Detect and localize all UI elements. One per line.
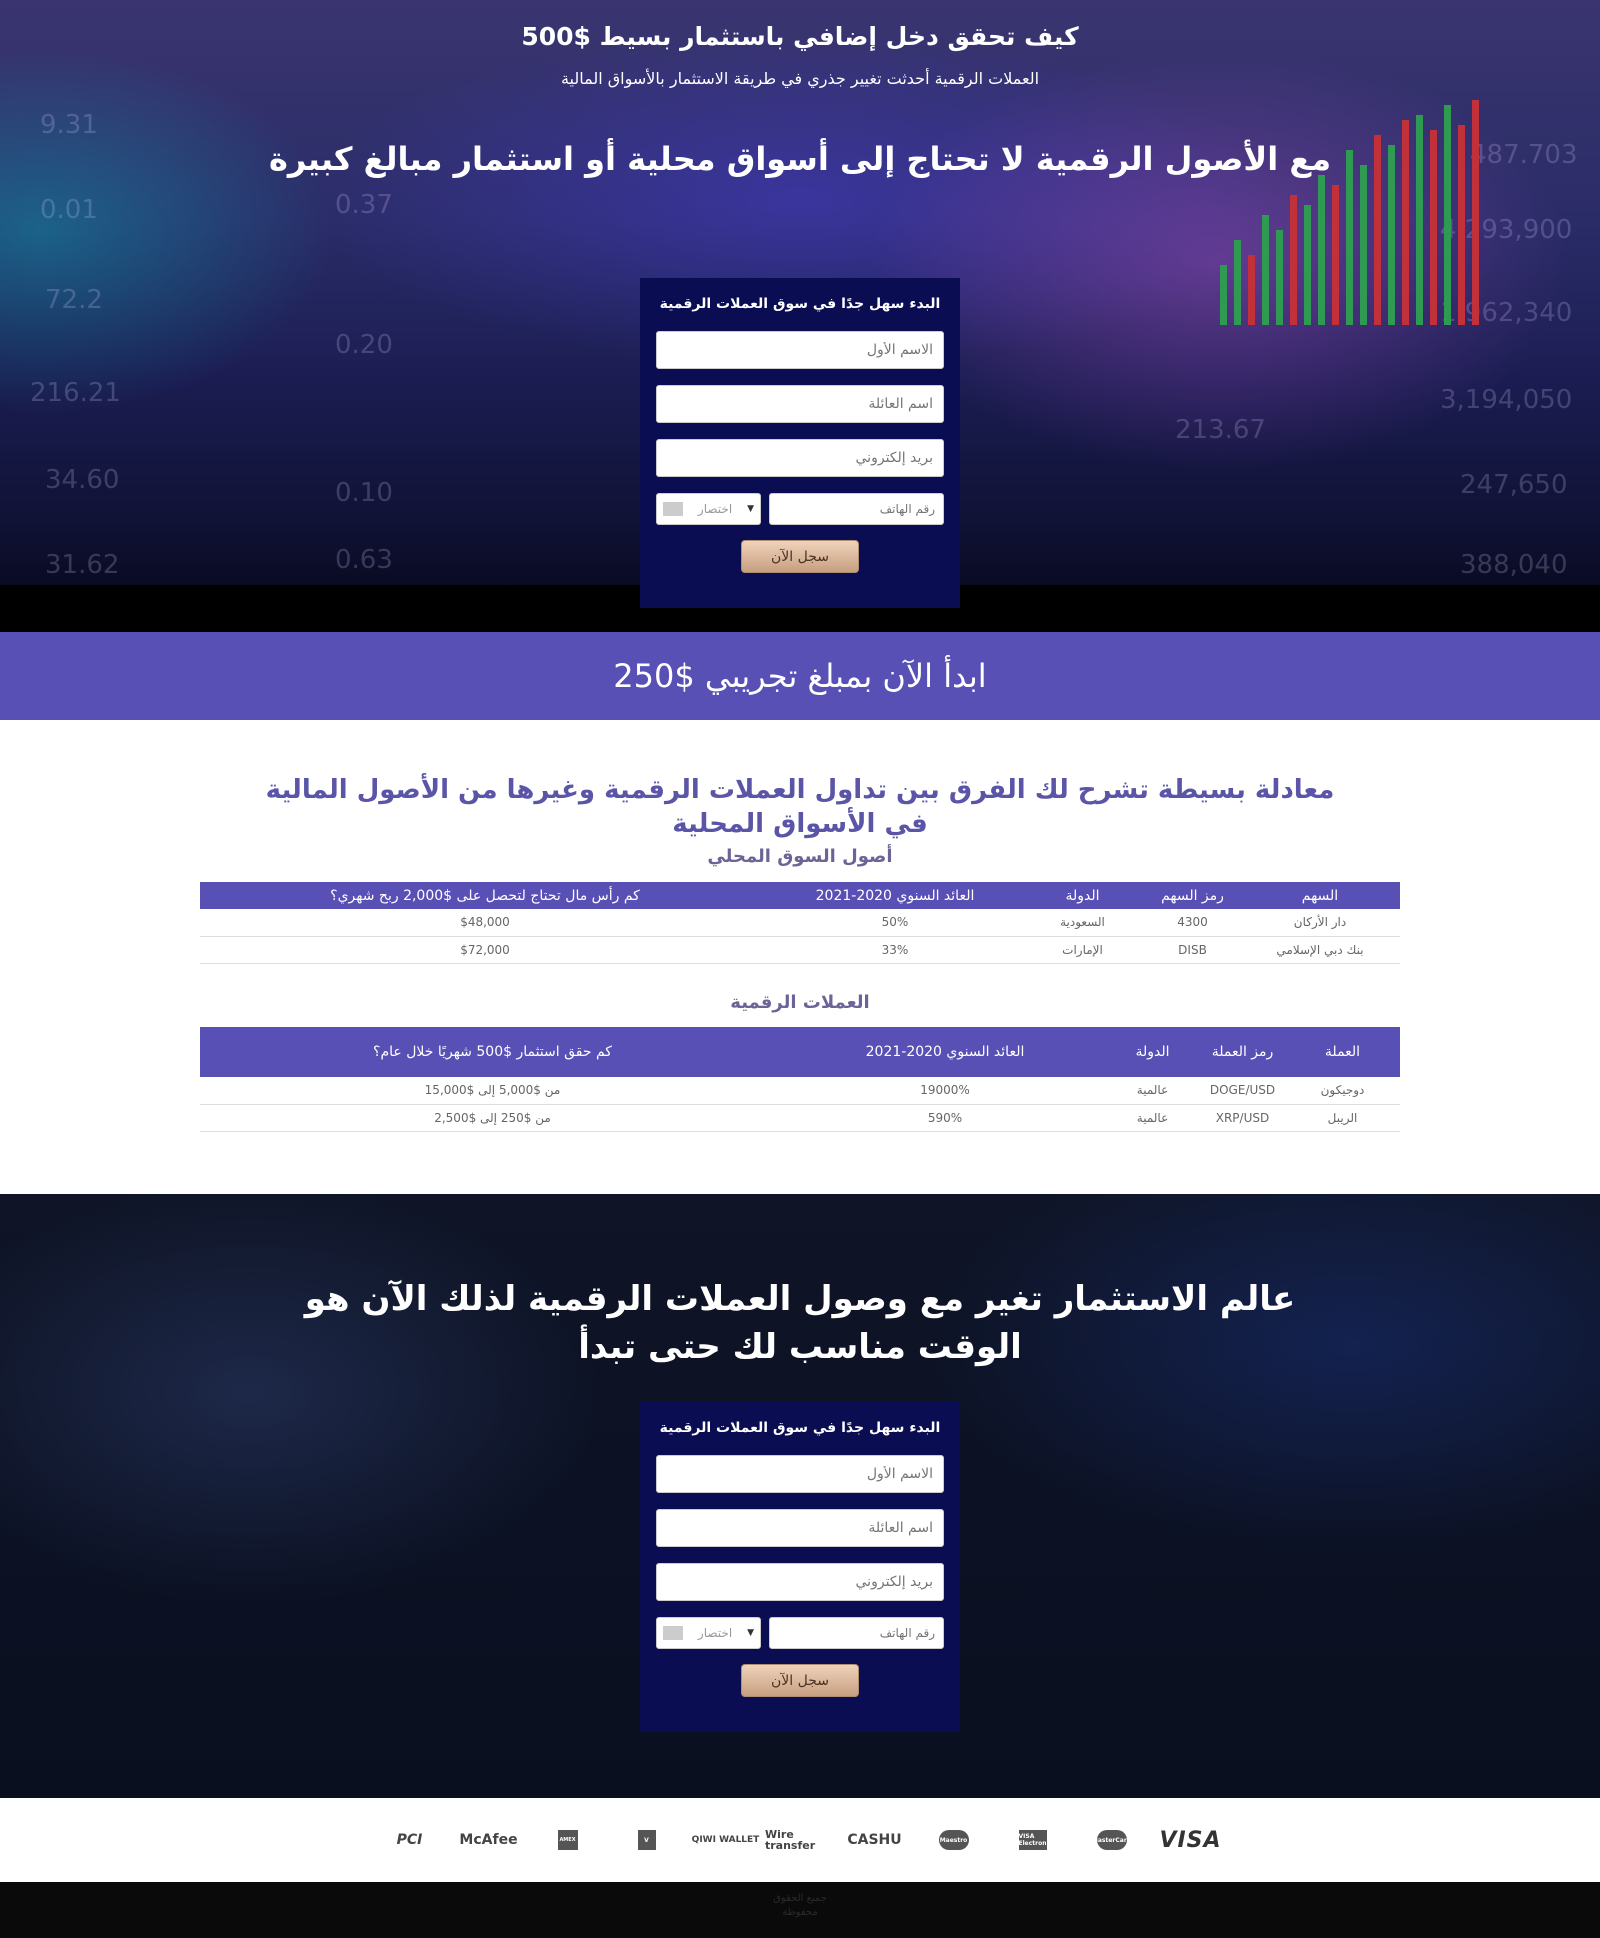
table-cell: 4300 — [1145, 909, 1240, 937]
chevron-down-icon: ▼ — [747, 1628, 754, 1638]
bg-number: 213.67 — [1175, 415, 1266, 445]
bg-number: 34.60 — [45, 465, 120, 495]
table-cell: السعودية — [1020, 909, 1145, 937]
table-cell: من $5,000 إلى $15,000 — [200, 1077, 785, 1105]
bg-number: 3,194,050 — [1440, 385, 1573, 415]
country-code-select[interactable]: ▼ اختصار — [656, 1617, 761, 1649]
pci-logo-icon: PCI — [396, 1832, 423, 1848]
table-cell: من $250 إلى $2,500 — [200, 1104, 785, 1132]
table-header: كم رأس مال تحتاج لتحصل على $2,000 ربح شه… — [200, 882, 770, 909]
phone-row: ▼ اختصار — [656, 493, 944, 525]
candlestick-decoration — [1220, 95, 1560, 325]
table-cell: DISB — [1145, 936, 1240, 964]
bg-number: 0.10 — [335, 478, 393, 508]
table-header: العائد السنوي 2020-2021 — [785, 1027, 1105, 1077]
chevron-down-icon: ▼ — [747, 504, 754, 514]
form-title: البدء سهل جدًا في سوق العملات الرقمية — [659, 1420, 941, 1436]
phone-row: ▼ اختصار — [656, 1617, 944, 1649]
amex-logo-icon: AMEX — [528, 1825, 607, 1855]
last-name-field[interactable] — [656, 385, 944, 423]
visa-logo-icon: VISA — [1159, 1827, 1222, 1853]
table-row: دوجيكون DOGE/USD عالمية 19000% من $5,000… — [200, 1077, 1400, 1105]
country-code-label: اختصار — [697, 502, 733, 516]
table-cell: 590% — [785, 1104, 1105, 1132]
table-cell: عالمية — [1105, 1077, 1200, 1105]
first-name-field[interactable] — [656, 331, 944, 369]
table-header: كم حقق استثمار $500 شهريًا خلال عام؟ — [200, 1027, 785, 1077]
payment-logos: VISA MasterCard VISA Electron Maestro CA… — [0, 1798, 1600, 1882]
bg-number: 9.31 — [40, 110, 98, 140]
register-button[interactable]: سجل الآن — [741, 540, 859, 573]
country-code-select[interactable]: ▼ اختصار — [656, 493, 761, 525]
phone-field[interactable] — [769, 1617, 944, 1649]
flag-icon — [663, 502, 683, 516]
crypto-title: العملات الرقمية — [730, 992, 870, 1013]
table-header-row: السهم رمز السهم الدولة العائد السنوي 202… — [200, 882, 1400, 909]
hero-headline: مع الأصول الرقمية لا تحتاج إلى أسواق محل… — [268, 140, 1332, 178]
table-cell: DOGE/USD — [1200, 1077, 1285, 1105]
table-header: رمز السهم — [1145, 882, 1240, 909]
flag-icon — [663, 1626, 683, 1640]
table-cell: الريبل — [1285, 1104, 1400, 1132]
hero-subtitle: العملات الرقمية أحدثت تغيير جذري في طريق… — [560, 69, 1040, 88]
copyright-text: جميع الحقوق محفوظة — [773, 1893, 827, 1918]
table-header: رمز العملة — [1200, 1027, 1285, 1077]
table-header: الدولة — [1020, 882, 1145, 909]
comparison-heading: معادلة بسيطة تشرح لك الفرق بين تداول الع… — [265, 775, 1335, 839]
table-cell: XRP/USD — [1200, 1104, 1285, 1132]
table-cell: عالمية — [1105, 1104, 1200, 1132]
table-cell: بنك دبي الإسلامي — [1240, 936, 1400, 964]
table-header: العملة — [1285, 1027, 1400, 1077]
trial-banner: ابدأ الآن بمبلغ تجريبي $250 — [0, 632, 1600, 720]
table-cell: 33% — [770, 936, 1020, 964]
cashu-logo-icon: CASHU — [847, 1832, 902, 1848]
table-header: العائد السنوي 2020-2021 — [770, 882, 1020, 909]
email-field[interactable] — [656, 439, 944, 477]
maestro-logo-icon: Maestro — [914, 1825, 993, 1855]
table-row: الريبل XRP/USD عالمية 590% من $250 إلى $… — [200, 1104, 1400, 1132]
signup-form: البدء سهل جدًا في سوق العملات الرقمية ▼ … — [640, 278, 960, 608]
verified-logo-icon: V — [607, 1825, 686, 1855]
last-name-field[interactable] — [656, 1509, 944, 1547]
footer: جميع الحقوق محفوظة — [0, 1882, 1600, 1938]
mastercard-logo-icon: MasterCard — [1072, 1825, 1151, 1855]
table-row: دار الأركان 4300 السعودية 50% $48,000 — [200, 909, 1400, 937]
table-cell: دار الأركان — [1240, 909, 1400, 937]
table-cell: 50% — [770, 909, 1020, 937]
bg-number: 0.20 — [335, 330, 393, 360]
signup-form-bottom: البدء سهل جدًا في سوق العملات الرقمية ▼ … — [640, 1402, 960, 1732]
local-assets-table: السهم رمز السهم الدولة العائد السنوي 202… — [200, 882, 1400, 964]
table-cell: $72,000 — [200, 936, 770, 964]
wire-transfer-logo-icon: Wire transfer — [765, 1828, 816, 1852]
register-button[interactable]: سجل الآن — [741, 1664, 859, 1697]
qiwi-logo-icon: QIWI WALLET — [691, 1835, 760, 1845]
phone-field[interactable] — [769, 493, 944, 525]
visa-electron-logo-icon: VISA Electron — [993, 1825, 1072, 1855]
bg-number: 0.01 — [40, 195, 98, 225]
table-cell: $48,000 — [200, 909, 770, 937]
country-code-label: اختصار — [697, 1626, 733, 1640]
table-header: السهم — [1240, 882, 1400, 909]
table-header: الدولة — [1105, 1027, 1200, 1077]
bg-number: 0.37 — [335, 190, 393, 220]
table-row: بنك دبي الإسلامي DISB الإمارات 33% $72,0… — [200, 936, 1400, 964]
bg-number: 388,040 — [1460, 550, 1568, 580]
bg-number: 247,650 — [1460, 470, 1568, 500]
table-cell: 19000% — [785, 1077, 1105, 1105]
cta-headline: عالم الاستثمار تغير مع وصول العملات الرق… — [304, 1279, 1296, 1367]
bg-number: 72.2 — [45, 285, 103, 315]
bg-number: 31.62 — [45, 550, 120, 580]
local-assets-title: أصول السوق المحلي — [707, 846, 893, 867]
table-header-row: العملة رمز العملة الدولة العائد السنوي 2… — [200, 1027, 1400, 1077]
form-title: البدء سهل جدًا في سوق العملات الرقمية — [659, 296, 941, 312]
crypto-table: العملة رمز العملة الدولة العائد السنوي 2… — [200, 1027, 1400, 1132]
email-field[interactable] — [656, 1563, 944, 1601]
bg-number: 0.63 — [335, 545, 393, 575]
hero-title: كيف تحقق دخل إضافي باستثمار بسيط $500 — [521, 22, 1079, 51]
first-name-field[interactable] — [656, 1455, 944, 1493]
mcafee-logo-icon: McAfee — [459, 1832, 518, 1848]
bg-number: 216.21 — [30, 378, 121, 408]
table-cell: الإمارات — [1020, 936, 1145, 964]
table-cell: دوجيكون — [1285, 1077, 1400, 1105]
